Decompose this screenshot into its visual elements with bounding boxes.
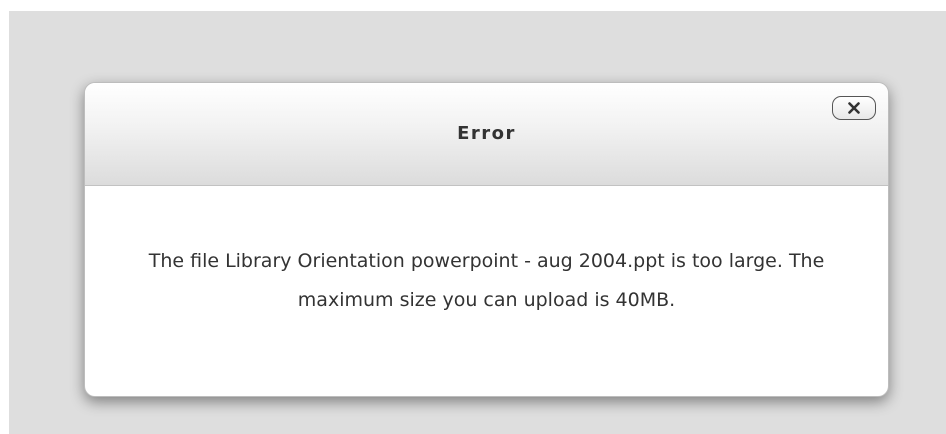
error-message: The file Library Orientation powerpoint … xyxy=(148,250,825,311)
dialog-body: The file Library Orientation powerpoint … xyxy=(85,186,888,396)
close-button[interactable] xyxy=(832,96,876,120)
error-dialog: Error The file Library Orientation power… xyxy=(84,82,889,397)
close-x-icon xyxy=(848,102,860,114)
page-backdrop: Error The file Library Orientation power… xyxy=(9,11,946,434)
dialog-title: Error xyxy=(457,123,516,144)
dialog-header: Error xyxy=(85,83,888,186)
